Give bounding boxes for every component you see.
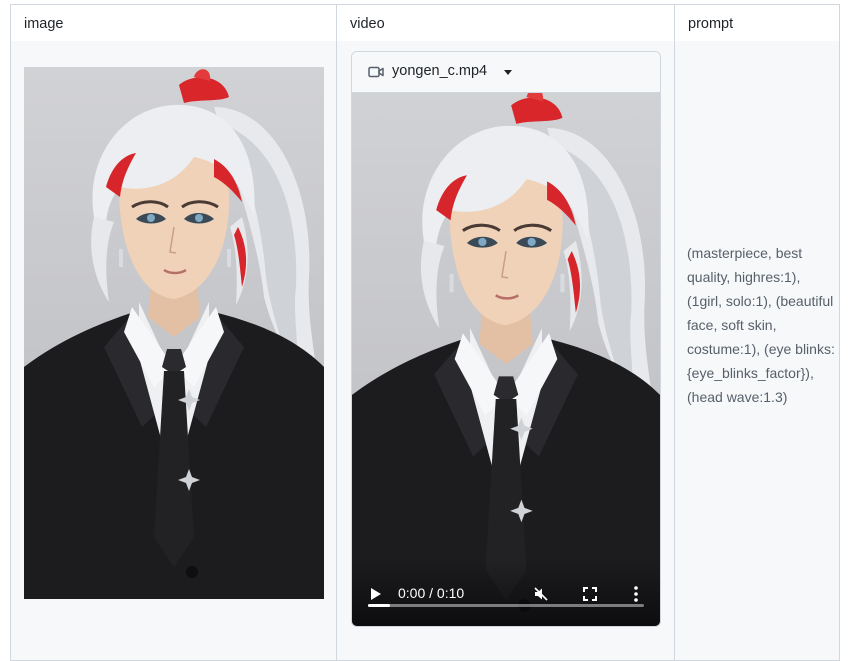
fullscreen-icon[interactable]	[583, 587, 597, 601]
prompt-cell: (masterpiece, best quality, highres:1), …	[674, 41, 840, 661]
video-frame	[352, 93, 660, 627]
video-time: 0:00 / 0:10	[398, 585, 465, 601]
video-progress-bar[interactable]	[368, 604, 644, 607]
video-camera-icon	[368, 66, 384, 78]
mute-icon[interactable]	[533, 586, 549, 602]
column-header-prompt-label: prompt	[688, 16, 734, 32]
column-header-video: video	[336, 4, 675, 42]
column-header-prompt: prompt	[674, 4, 840, 42]
video-player[interactable]: 0:00 / 0:10	[352, 93, 660, 627]
video-card: yongen_c.mp4 0:00 / 0:10	[351, 51, 661, 627]
video-cell: yongen_c.mp4 0:00 / 0:10	[336, 41, 675, 661]
caret-down-icon[interactable]	[504, 70, 512, 75]
more-vertical-icon[interactable]	[634, 586, 638, 602]
source-image	[24, 67, 324, 599]
video-controls: 0:00 / 0:10	[352, 557, 660, 626]
column-header-video-label: video	[350, 16, 385, 32]
video-filename[interactable]: yongen_c.mp4	[392, 63, 487, 79]
results-table: image video prompt yongen_c.mp4 0:00 / 0…	[10, 4, 840, 661]
image-cell	[10, 41, 337, 661]
column-header-image: image	[10, 4, 337, 42]
video-progress-fill	[368, 604, 391, 607]
play-icon[interactable]	[370, 587, 382, 601]
column-header-image-label: image	[24, 16, 64, 32]
video-file-header[interactable]: yongen_c.mp4	[352, 52, 660, 93]
prompt-text: (masterpiece, best quality, highres:1), …	[687, 245, 835, 405]
